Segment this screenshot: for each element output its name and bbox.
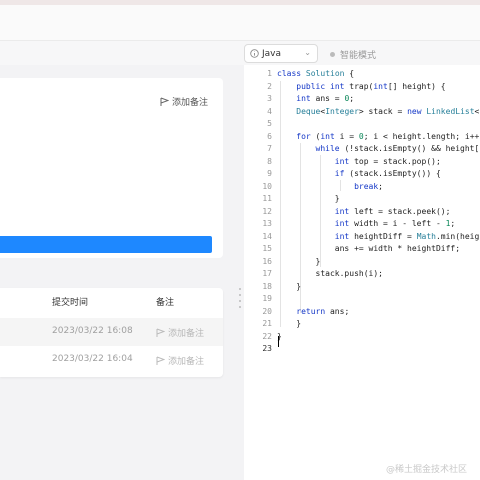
code-line: int ans = 0;: [296, 94, 355, 103]
row-add-note-label: 添加备注: [168, 329, 205, 339]
line-number: 18: [262, 281, 272, 291]
line-number: 14: [262, 231, 272, 241]
problem-card: 添加备注: [0, 78, 223, 258]
row-add-note-label: 添加备注: [168, 357, 205, 367]
line-number: 7: [267, 144, 272, 153]
code-line: public int trap(int[] height) {: [296, 81, 446, 91]
column-header-time: 提交时间: [52, 298, 89, 308]
line-number: 4: [267, 106, 272, 116]
code-line: }: [277, 281, 302, 291]
row-add-note-button[interactable]: 添加备注: [156, 326, 204, 339]
code-line: int heightDiff = Math.min(heig: [334, 231, 480, 241]
text-cursor: [278, 336, 279, 347]
code-editor[interactable]: 1 2 3 4 5 6 7 8 9 10 11 12 13 14 15 16 1…: [244, 65, 480, 480]
panel-resize-handle[interactable]: [239, 288, 242, 318]
submit-time: 2023/03/22 16:04: [52, 354, 133, 364]
add-note-label: 添加备注: [172, 98, 209, 108]
code-line: ans += width * heightDiff;: [277, 244, 461, 253]
code-line: int width = i - left - 1;: [334, 219, 456, 228]
smart-mode-dot-icon: [330, 52, 335, 57]
code-line: int top = stack.pop();: [334, 156, 441, 166]
code-line: }: [277, 256, 321, 266]
submit-time: 2023/03/22 16:08: [52, 326, 133, 336]
language-select[interactable]: Java ⌄: [244, 44, 318, 63]
chevron-down-icon: ⌄: [304, 48, 311, 57]
line-number: 12: [262, 206, 272, 216]
line-number-current: 23: [262, 344, 272, 353]
table-row[interactable]: 2023/03/22 16:08 添加备注: [0, 318, 223, 346]
line-number: 11: [262, 194, 272, 203]
line-number: 8: [267, 156, 272, 166]
line-number: 15: [262, 244, 272, 253]
smart-mode-label: 智能模式: [340, 51, 377, 61]
code-line: return ans;: [296, 306, 350, 316]
smart-mode-toggle[interactable]: 智能模式: [330, 48, 376, 61]
add-note-button[interactable]: 添加备注: [160, 95, 208, 108]
line-number: 6: [267, 131, 272, 141]
info-circle-icon: [250, 49, 259, 58]
top-bar: [0, 0, 480, 41]
table-row[interactable]: 2023/03/22 16:04 添加备注: [0, 346, 223, 374]
line-number: 19: [262, 294, 272, 303]
code-line: stack.push(i);: [277, 269, 383, 278]
editor-toolbar: Java ⌄ 智能模式: [240, 44, 480, 64]
submission-table: 提交时间 备注 2023/03/22 16:08 添加备注 2023/03/22…: [0, 288, 223, 377]
code-line: if (stack.isEmpty()) {: [334, 169, 441, 178]
row-add-note-button[interactable]: 添加备注: [156, 354, 204, 367]
line-number: 21: [262, 319, 272, 328]
column-header-note: 备注: [156, 298, 175, 308]
primary-action-bar[interactable]: [0, 236, 212, 253]
code-line: Deque<Integer> stack = new LinkedList<: [296, 106, 480, 116]
code-line: }: [277, 194, 340, 203]
line-number: 1: [267, 69, 272, 78]
line-number: 16: [262, 256, 272, 266]
flag-icon: [156, 328, 165, 337]
code-line: for (int i = 0; i < height.length; i++: [296, 131, 480, 141]
line-number: 20: [262, 306, 272, 316]
flag-icon: [160, 97, 169, 106]
line-number: 10: [262, 181, 272, 191]
code-line: while (!stack.isEmpty() && height[: [315, 144, 480, 153]
line-number: 3: [267, 94, 272, 103]
line-number: 9: [267, 169, 272, 178]
code-line: }: [277, 319, 302, 328]
code-line: class Solution {: [277, 69, 355, 78]
code-line: int left = stack.peek();: [334, 206, 451, 216]
language-label: Java: [262, 48, 282, 59]
watermark: @稀土掘金技术社区: [386, 465, 468, 475]
line-number: 5: [267, 119, 272, 128]
code-line: break;: [354, 181, 383, 191]
line-number: 17: [262, 269, 272, 278]
line-number: 22: [262, 331, 272, 341]
flag-icon: [156, 356, 165, 365]
line-number: 2: [267, 81, 272, 91]
line-number: 13: [262, 219, 272, 228]
